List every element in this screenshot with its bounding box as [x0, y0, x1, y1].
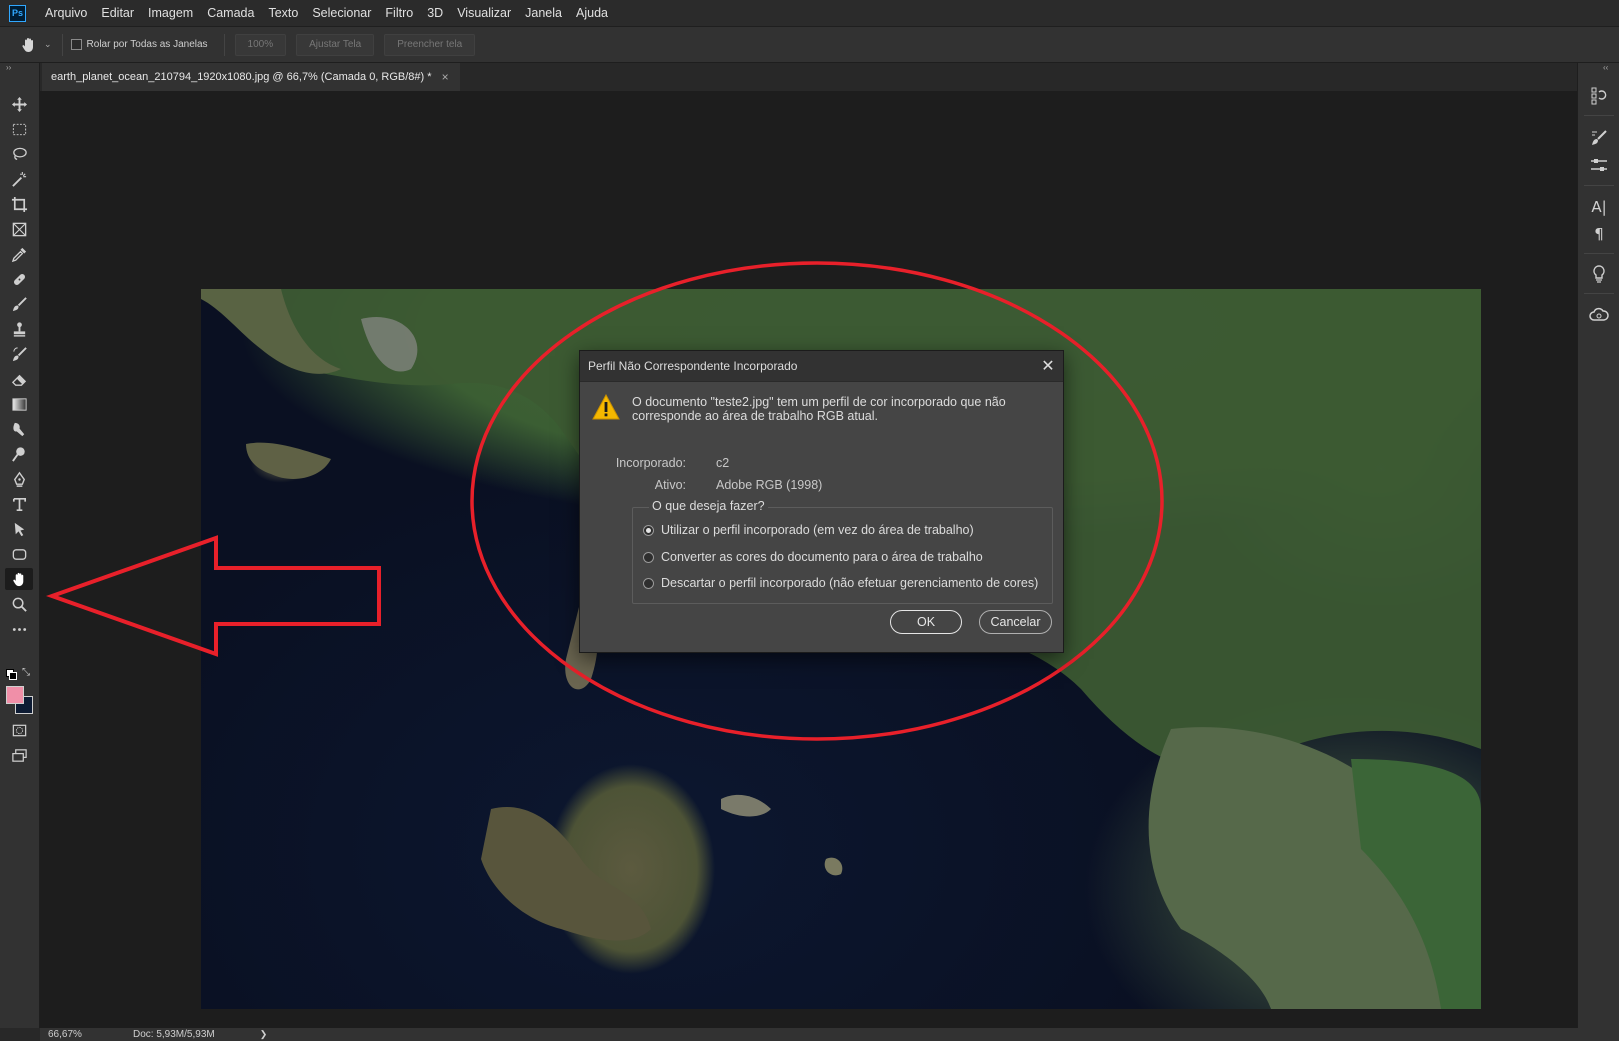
embedded-value: c2	[716, 456, 730, 470]
menu-imagem[interactable]: Imagem	[141, 6, 200, 20]
radio-button[interactable]	[643, 524, 654, 536]
fit-screen-button[interactable]: Ajustar Tela	[296, 33, 375, 56]
quick-mask-icon[interactable]	[5, 719, 33, 741]
history-brush-icon[interactable]	[5, 343, 33, 365]
fill-screen-button[interactable]: Preencher tela	[384, 33, 476, 56]
learn-lightbulb-icon[interactable]	[1588, 263, 1610, 285]
move-icon[interactable]	[5, 93, 33, 115]
crop-icon[interactable]	[5, 193, 33, 215]
dodge-icon[interactable]	[5, 443, 33, 465]
option-label: Converter as cores do documento para o á…	[661, 550, 983, 564]
active-value: Adobe RGB (1998)	[716, 478, 823, 492]
brush-settings-icon[interactable]	[1588, 127, 1610, 149]
document-tab-strip: earth_planet_ocean_210794_1920x1080.jpg …	[40, 63, 1577, 91]
menu-texto[interactable]: Texto	[261, 6, 305, 20]
menu-janela[interactable]: Janela	[518, 6, 569, 20]
status-menu-arrow-icon[interactable]: ❯	[260, 1029, 268, 1040]
menu-3d[interactable]: 3D	[420, 6, 450, 20]
divider	[1584, 115, 1614, 116]
action-group: O que deseja fazer? Utilizar o perfil in…	[632, 499, 1053, 604]
path-select-icon[interactable]	[5, 518, 33, 540]
marquee-icon[interactable]	[5, 118, 33, 140]
dialog-titlebar[interactable]: Perfil Não Correspondente Incorporado ✕	[580, 351, 1063, 382]
zoom-100-button[interactable]: 100%	[234, 33, 287, 56]
menu-filtro[interactable]: Filtro	[378, 6, 420, 20]
divider	[223, 33, 225, 56]
divider	[1584, 185, 1614, 186]
paragraph-panel-icon[interactable]: ¶	[1588, 223, 1610, 245]
shape-icon[interactable]	[5, 543, 33, 565]
dialog-message: O documento "teste2.jpg" tem um perfil d…	[632, 395, 1006, 423]
dialog-title: Perfil Não Correspondente Incorporado	[588, 359, 798, 373]
hand-tool-preset-icon[interactable]	[20, 36, 38, 54]
chevron-down-icon[interactable]: ⌄	[44, 39, 52, 50]
divider	[1584, 253, 1614, 254]
zoom-icon[interactable]	[5, 593, 33, 615]
document-tab[interactable]: earth_planet_ocean_210794_1920x1080.jpg …	[42, 63, 460, 91]
radio-button[interactable]	[643, 577, 654, 589]
smudge-icon[interactable]	[5, 418, 33, 440]
more-icon[interactable]	[5, 618, 33, 640]
close-icon[interactable]: ✕	[1033, 356, 1063, 376]
foreground-color-swatch[interactable]	[6, 686, 24, 704]
option-convert[interactable]: Converter as cores do documento para o á…	[643, 550, 983, 564]
gradient-icon[interactable]	[5, 393, 33, 415]
toolbar: ›› ⤡	[0, 63, 40, 1028]
panel-expand-icon[interactable]: ‹‹	[1603, 63, 1608, 72]
eraser-icon[interactable]	[5, 368, 33, 390]
divider	[61, 33, 63, 56]
option-label: Descartar o perfil incorporado (não efet…	[661, 576, 1039, 590]
menu-selecionar[interactable]: Selecionar	[305, 6, 378, 20]
radio-button[interactable]	[643, 551, 654, 563]
character-panel-icon[interactable]: A|	[1588, 196, 1610, 218]
embedded-label: Incorporado:	[615, 456, 686, 470]
lasso-icon[interactable]	[5, 143, 33, 165]
menu-arquivo[interactable]: Arquivo	[38, 6, 94, 20]
option-discard[interactable]: Descartar o perfil incorporado (não efet…	[643, 576, 1038, 590]
action-group-label: O que deseja fazer?	[649, 499, 768, 513]
screen-mode-icon[interactable]	[5, 744, 33, 766]
type-icon[interactable]	[5, 493, 33, 515]
divider	[1584, 293, 1614, 294]
embedded-profile-mismatch-dialog: Perfil Não Correspondente Incorporado ✕ …	[579, 350, 1064, 653]
scroll-all-label: Rolar por Todas as Janelas	[86, 39, 208, 50]
scroll-all-checkbox[interactable]	[70, 39, 82, 50]
default-colors-icon[interactable]	[6, 669, 17, 680]
brush-icon[interactable]	[5, 293, 33, 315]
eyedropper-icon[interactable]	[5, 243, 33, 265]
menu-ajuda[interactable]: Ajuda	[569, 6, 615, 20]
toolbar-collapse-icon[interactable]: ››	[6, 63, 11, 72]
collapsed-panels: ‹‹ A| ¶	[1577, 63, 1619, 1028]
photoshop-logo: Ps	[9, 4, 26, 22]
libraries-cloud-icon[interactable]	[1588, 304, 1610, 326]
menu-editar[interactable]: Editar	[94, 6, 141, 20]
swap-colors-icon[interactable]: ⤡	[22, 667, 30, 678]
menu-visualizar[interactable]: Visualizar	[450, 6, 518, 20]
warning-icon	[592, 394, 620, 420]
stamp-icon[interactable]	[5, 318, 33, 340]
menu-camada[interactable]: Camada	[200, 6, 261, 20]
adjustments-icon[interactable]	[1588, 154, 1610, 176]
option-use-embedded[interactable]: Utilizar o perfil incorporado (em vez do…	[643, 523, 974, 537]
hand-icon[interactable]	[5, 568, 33, 590]
frame-icon[interactable]	[5, 218, 33, 240]
close-icon[interactable]: ×	[442, 70, 449, 84]
options-bar: ⌄ Rolar por Todas as Janelas 100% Ajusta…	[0, 27, 1619, 63]
zoom-level[interactable]: 66,67%	[48, 1029, 128, 1040]
ok-button[interactable]: OK	[890, 610, 962, 634]
document-tab-title: earth_planet_ocean_210794_1920x1080.jpg …	[51, 71, 432, 83]
status-bar: 66,67% Doc: 5,93M/5,93M ❯	[40, 1028, 1619, 1041]
healing-icon[interactable]	[5, 268, 33, 290]
option-label: Utilizar o perfil incorporado (em vez do…	[661, 523, 974, 537]
cancel-button[interactable]: Cancelar	[979, 610, 1052, 634]
pen-icon[interactable]	[5, 468, 33, 490]
menu-bar: Ps Arquivo Editar Imagem Camada Texto Se…	[0, 0, 1619, 27]
document-size: Doc: 5,93M/5,93M	[133, 1029, 215, 1040]
magic-wand-icon[interactable]	[5, 168, 33, 190]
active-label: Ativo:	[654, 478, 686, 492]
history-panel-icon[interactable]	[1588, 85, 1610, 107]
